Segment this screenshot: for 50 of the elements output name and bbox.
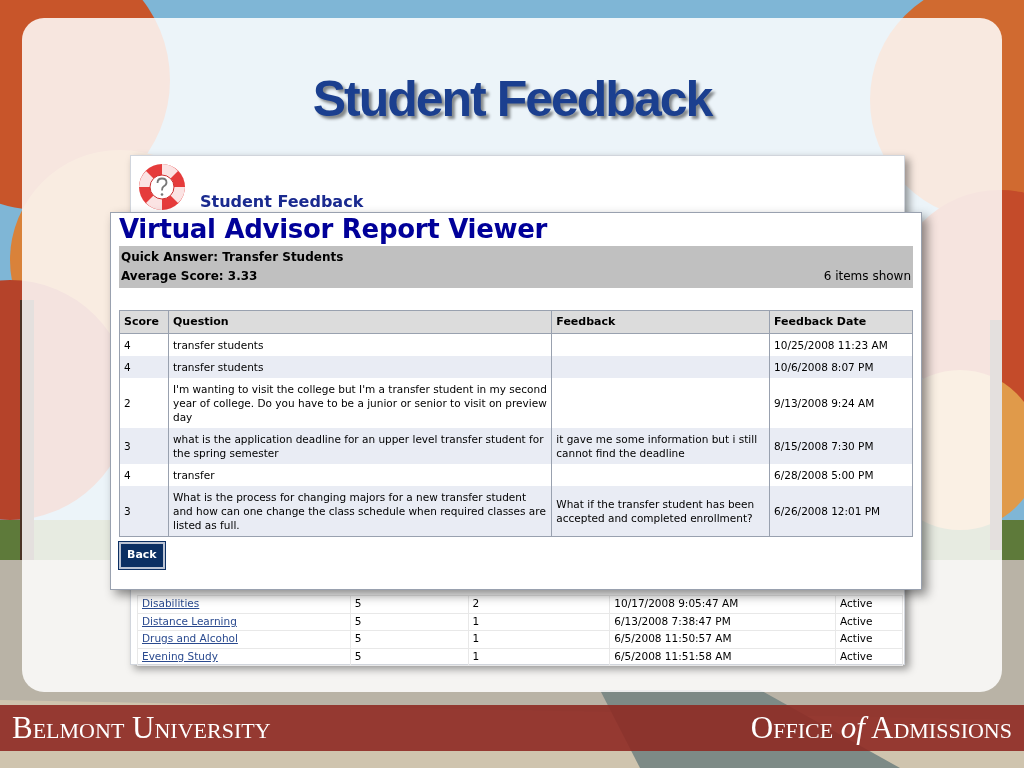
lifebuoy-icon xyxy=(137,162,187,212)
column-header: Feedback xyxy=(551,310,770,334)
table-cell: 5 xyxy=(354,632,362,645)
table-cell: 10/6/2008 8:07 PM xyxy=(774,361,874,373)
table-cell: 6/13/2008 7:38:47 PM xyxy=(614,614,731,627)
table-cell: What is the process for changing majors for a new transfer student and how can one change the class schedule when required classes are listed as full. xyxy=(173,491,546,531)
table-cell: 4 xyxy=(124,469,131,481)
table-cell: 1 xyxy=(472,649,480,662)
column-header: Question xyxy=(168,310,552,334)
table-cell: What if the transfer student has been accepted and completed enrollment? xyxy=(556,498,755,524)
back-button[interactable]: Back xyxy=(119,542,165,569)
table-cell: transfer students xyxy=(173,361,264,373)
column-header: Feedback Date xyxy=(769,310,913,334)
university-name: Belmont University xyxy=(12,708,271,747)
report-title: Virtual Advisor Report Viewer xyxy=(119,213,549,246)
table-cell: 4 xyxy=(124,361,131,373)
items-count: 6 items shown xyxy=(823,268,911,285)
table-cell: 6/5/2008 11:50:57 AM xyxy=(614,632,732,645)
table-cell: 1 xyxy=(472,632,480,645)
table-cell: 6/28/2008 5:00 PM xyxy=(774,469,874,481)
table-cell: Active xyxy=(840,649,873,662)
table-cell: 6/5/2008 11:51:58 AM xyxy=(614,649,732,662)
table-cell: 3 xyxy=(124,505,131,517)
table-cell: 10/25/2008 11:23 AM xyxy=(774,339,888,351)
table-cell: 10/17/2008 9:05:47 AM xyxy=(614,597,739,610)
table-cell: Active xyxy=(840,614,873,627)
column-header: Score xyxy=(119,310,169,334)
page-heading: Student Feedback xyxy=(200,193,364,211)
table-cell: 2 xyxy=(472,597,480,610)
table-cell: Active xyxy=(840,597,873,610)
table-cell: 4 xyxy=(124,339,131,351)
table-cell: I'm wanting to visit the college but I'm a transfer student in my second year of college. Do you have to be a junior or senior to visit on preview day xyxy=(173,383,547,423)
table-cell: transfer students xyxy=(173,339,264,351)
quick-answer-label: Quick Answer: Transfer Students xyxy=(121,249,345,266)
topic-link[interactable]: Disabilities xyxy=(142,597,200,610)
table-cell: what is the application deadline for an upper level transfer student for the spring semester xyxy=(173,433,544,459)
table-cell: 3 xyxy=(124,440,131,452)
table-cell: it gave me some information but i still cannot find the deadline xyxy=(556,433,758,459)
table-cell: 6/26/2008 12:01 PM xyxy=(774,505,881,517)
table-cell: 5 xyxy=(354,649,362,662)
table-cell: 9/13/2008 9:24 AM xyxy=(774,397,875,409)
table-cell: 5 xyxy=(354,597,362,610)
table-cell: 1 xyxy=(472,614,480,627)
table-cell: transfer xyxy=(173,469,215,481)
average-score: Average Score: 3.33 xyxy=(121,268,258,285)
table-cell: 5 xyxy=(354,614,362,627)
table-cell: 8/15/2008 7:30 PM xyxy=(774,440,874,452)
slide-title: Student Feedback xyxy=(312,70,712,129)
table-cell: Active xyxy=(840,632,873,645)
table-cell: 2 xyxy=(124,397,131,409)
